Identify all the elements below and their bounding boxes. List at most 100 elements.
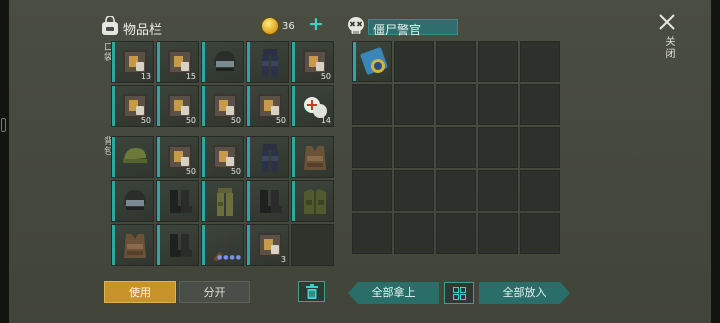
item-count: 50 — [275, 116, 286, 125]
backpack-slot[interactable] — [111, 180, 154, 222]
slot-accent-bar — [247, 225, 250, 265]
sort-grid-button[interactable] — [444, 282, 474, 304]
slot-accent-bar — [202, 181, 205, 221]
backpack-slot[interactable] — [291, 136, 334, 178]
loot-slot[interactable] — [520, 213, 560, 254]
armor-pants-icon — [262, 49, 278, 77]
backpack-slot[interactable]: 3 — [246, 224, 289, 266]
loot-slot[interactable] — [520, 41, 560, 82]
loot-slot[interactable] — [352, 41, 392, 82]
loot-slot[interactable] — [394, 41, 434, 82]
backpack-slot[interactable] — [246, 136, 289, 178]
loot-slot[interactable] — [394, 127, 434, 168]
backpack-slot[interactable] — [111, 224, 154, 266]
boots-icon — [170, 234, 192, 257]
backpack-slot[interactable]: ●●●● — [201, 224, 244, 266]
pocket-slot[interactable]: 14 — [291, 85, 334, 127]
backpack-slot[interactable]: 50 — [201, 136, 244, 178]
grid-icon — [452, 287, 466, 300]
loot-slot[interactable] — [352, 213, 392, 254]
loot-slot[interactable] — [436, 84, 476, 125]
close-icon[interactable] — [658, 13, 676, 31]
pocket-slot[interactable] — [201, 41, 244, 83]
pocket-slot[interactable] — [246, 41, 289, 83]
screen-edge-right — [711, 0, 720, 323]
item-count: 50 — [230, 116, 241, 125]
slot-accent-bar — [112, 225, 115, 265]
backpack-slot[interactable] — [291, 224, 334, 266]
slot-accent-bar — [112, 137, 115, 177]
slot-accent-bar — [202, 42, 205, 82]
loot-slot[interactable] — [478, 84, 518, 125]
boots-icon — [170, 190, 192, 213]
loot-header: 僵尸警官 — [346, 16, 460, 38]
slot-accent-bar — [112, 86, 115, 126]
slot-accent-bar — [353, 42, 356, 81]
loot-slot[interactable] — [436, 41, 476, 82]
slot-accent-bar — [112, 181, 115, 221]
pocket-slot[interactable]: 15 — [156, 41, 199, 83]
loot-slot[interactable] — [520, 127, 560, 168]
take-all-button[interactable]: 全部拿上 — [348, 282, 439, 304]
inventory-header: 物品栏 36 + — [101, 14, 325, 38]
loot-slot[interactable] — [394, 213, 434, 254]
loot-slot[interactable] — [394, 84, 434, 125]
loot-slot[interactable] — [520, 170, 560, 211]
backpack-slot[interactable] — [156, 224, 199, 266]
pocket-slot[interactable]: 13 — [111, 41, 154, 83]
loot-slot[interactable] — [478, 170, 518, 211]
backpack-slot[interactable] — [246, 180, 289, 222]
use-button[interactable]: 使用 — [104, 281, 176, 303]
slot-accent-bar — [202, 225, 205, 265]
slot-accent-bar — [157, 225, 160, 265]
slot-accent-bar — [292, 42, 295, 82]
loot-slot[interactable] — [478, 127, 518, 168]
pocket-slot[interactable]: 50 — [156, 85, 199, 127]
loot-slot[interactable] — [352, 84, 392, 125]
slot-accent-bar — [157, 86, 160, 126]
coin-icon — [261, 17, 279, 35]
loot-title-box: 僵尸警官 — [368, 19, 458, 37]
add-coins-button[interactable]: + — [308, 14, 324, 34]
loot-slot[interactable] — [520, 84, 560, 125]
loot-slot[interactable] — [478, 213, 518, 254]
backpack-slot[interactable]: 50 — [156, 136, 199, 178]
split-button[interactable]: 分开 — [179, 281, 250, 303]
durability-dots: ●●●● — [217, 254, 242, 261]
police-badge-icon — [360, 47, 388, 75]
item-count: 50 — [140, 116, 151, 125]
pocket-slot[interactable]: 50 — [246, 85, 289, 127]
trash-button[interactable] — [298, 281, 325, 302]
slot-accent-bar — [247, 42, 250, 82]
backpack-slot[interactable] — [201, 180, 244, 222]
loot-slot[interactable] — [394, 170, 434, 211]
pocket-slot[interactable]: 50 — [291, 41, 334, 83]
backpack-slot[interactable] — [291, 180, 334, 222]
slot-accent-bar — [292, 181, 295, 221]
loot-slot[interactable] — [352, 170, 392, 211]
slot-accent-bar — [112, 42, 115, 82]
pants-icon — [217, 188, 233, 216]
loot-slot[interactable] — [352, 127, 392, 168]
loot-slot[interactable] — [436, 170, 476, 211]
slot-accent-bar — [157, 181, 160, 221]
put-all-button[interactable]: 全部放入 — [479, 282, 570, 304]
backpack-slot[interactable] — [111, 136, 154, 178]
loot-slot[interactable] — [436, 127, 476, 168]
item-count: 15 — [185, 72, 196, 81]
armor-pants-icon — [262, 144, 278, 172]
boots-icon — [260, 190, 282, 213]
pocket-slot[interactable]: 50 — [111, 85, 154, 127]
cap-icon — [123, 148, 147, 163]
slot-accent-bar — [292, 86, 295, 126]
close-label[interactable]: 关闭 — [661, 36, 676, 60]
loot-slot[interactable] — [478, 41, 518, 82]
backpack-grid: 50 50 ●●●● 3 — [111, 136, 334, 266]
slot-accent-bar — [202, 86, 205, 126]
backpack-slot[interactable] — [156, 180, 199, 222]
pocket-slot[interactable]: 50 — [201, 85, 244, 127]
item-count: 50 — [185, 116, 196, 125]
trash-icon — [305, 284, 318, 299]
loot-slot[interactable] — [436, 213, 476, 254]
screen-edge-left — [0, 0, 9, 323]
